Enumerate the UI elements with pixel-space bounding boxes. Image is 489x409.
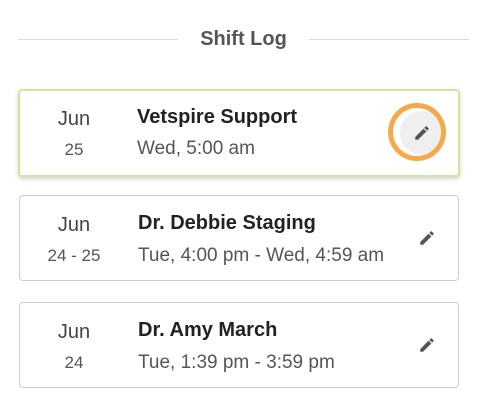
pencil-icon bbox=[420, 231, 434, 245]
shift-month: Jun bbox=[57, 108, 91, 130]
pencil-icon bbox=[415, 126, 429, 140]
header-divider-right bbox=[308, 38, 470, 40]
shift-log-header: Shift Log bbox=[18, 24, 470, 54]
edit-shift-button[interactable] bbox=[410, 328, 444, 362]
shift-name: Dr. Amy March bbox=[138, 319, 278, 341]
shift-day: 24 - 25 bbox=[47, 246, 101, 265]
edit-shift-button[interactable] bbox=[410, 221, 444, 255]
shift-info: Vetspire Support Wed, 5:00 am bbox=[137, 91, 398, 175]
shift-time: Tue, 1:39 pm - 3:59 pm bbox=[138, 352, 335, 373]
shift-date: Jun 25 bbox=[20, 91, 128, 175]
shift-info: Dr. Debbie Staging Tue, 4:00 pm - Wed, 4… bbox=[138, 196, 398, 280]
edit-shift-button[interactable] bbox=[400, 111, 444, 155]
header-divider-left bbox=[18, 38, 179, 40]
shift-card[interactable]: Jun 24 - 25 Dr. Debbie Staging Tue, 4:00… bbox=[19, 195, 459, 281]
shift-time: Wed, 5:00 am bbox=[137, 138, 255, 159]
page-title: Shift Log bbox=[200, 27, 287, 50]
shift-name: Vetspire Support bbox=[137, 106, 298, 128]
shift-month: Jun bbox=[57, 321, 91, 343]
pencil-icon bbox=[420, 338, 434, 352]
shift-month: Jun bbox=[57, 214, 91, 236]
shift-info: Dr. Amy March Tue, 1:39 pm - 3:59 pm bbox=[138, 303, 398, 387]
shift-date: Jun 24 - 25 bbox=[20, 196, 128, 280]
shift-time: Tue, 4:00 pm - Wed, 4:59 am bbox=[138, 245, 385, 266]
shift-day: 24 bbox=[64, 353, 84, 372]
shift-day: 25 bbox=[64, 140, 84, 159]
shift-date: Jun 24 bbox=[20, 303, 128, 387]
shift-log-panel: Shift Log Jun 25 Vetspire Support Wed, 5… bbox=[0, 0, 489, 409]
shift-card[interactable]: Jun 25 Vetspire Support Wed, 5:00 am bbox=[18, 89, 460, 177]
shift-card[interactable]: Jun 24 Dr. Amy March Tue, 1:39 pm - 3:59… bbox=[19, 302, 459, 388]
shift-name: Dr. Debbie Staging bbox=[138, 212, 316, 234]
